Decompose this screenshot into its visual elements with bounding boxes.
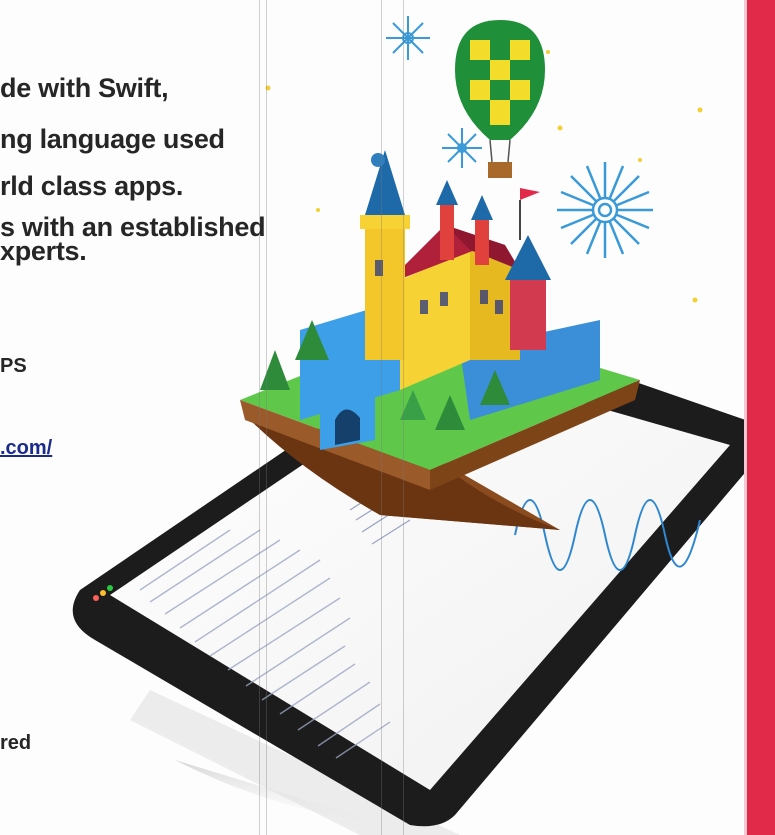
scan-line [381, 0, 382, 835]
scan-line [259, 0, 260, 835]
scan-line [403, 0, 404, 835]
magazine-page: de with Swift, ng language used rld clas… [0, 0, 775, 835]
accent-bar [747, 0, 775, 835]
tablet-castle-illustration [72, 16, 768, 835]
scan-line [266, 0, 267, 835]
